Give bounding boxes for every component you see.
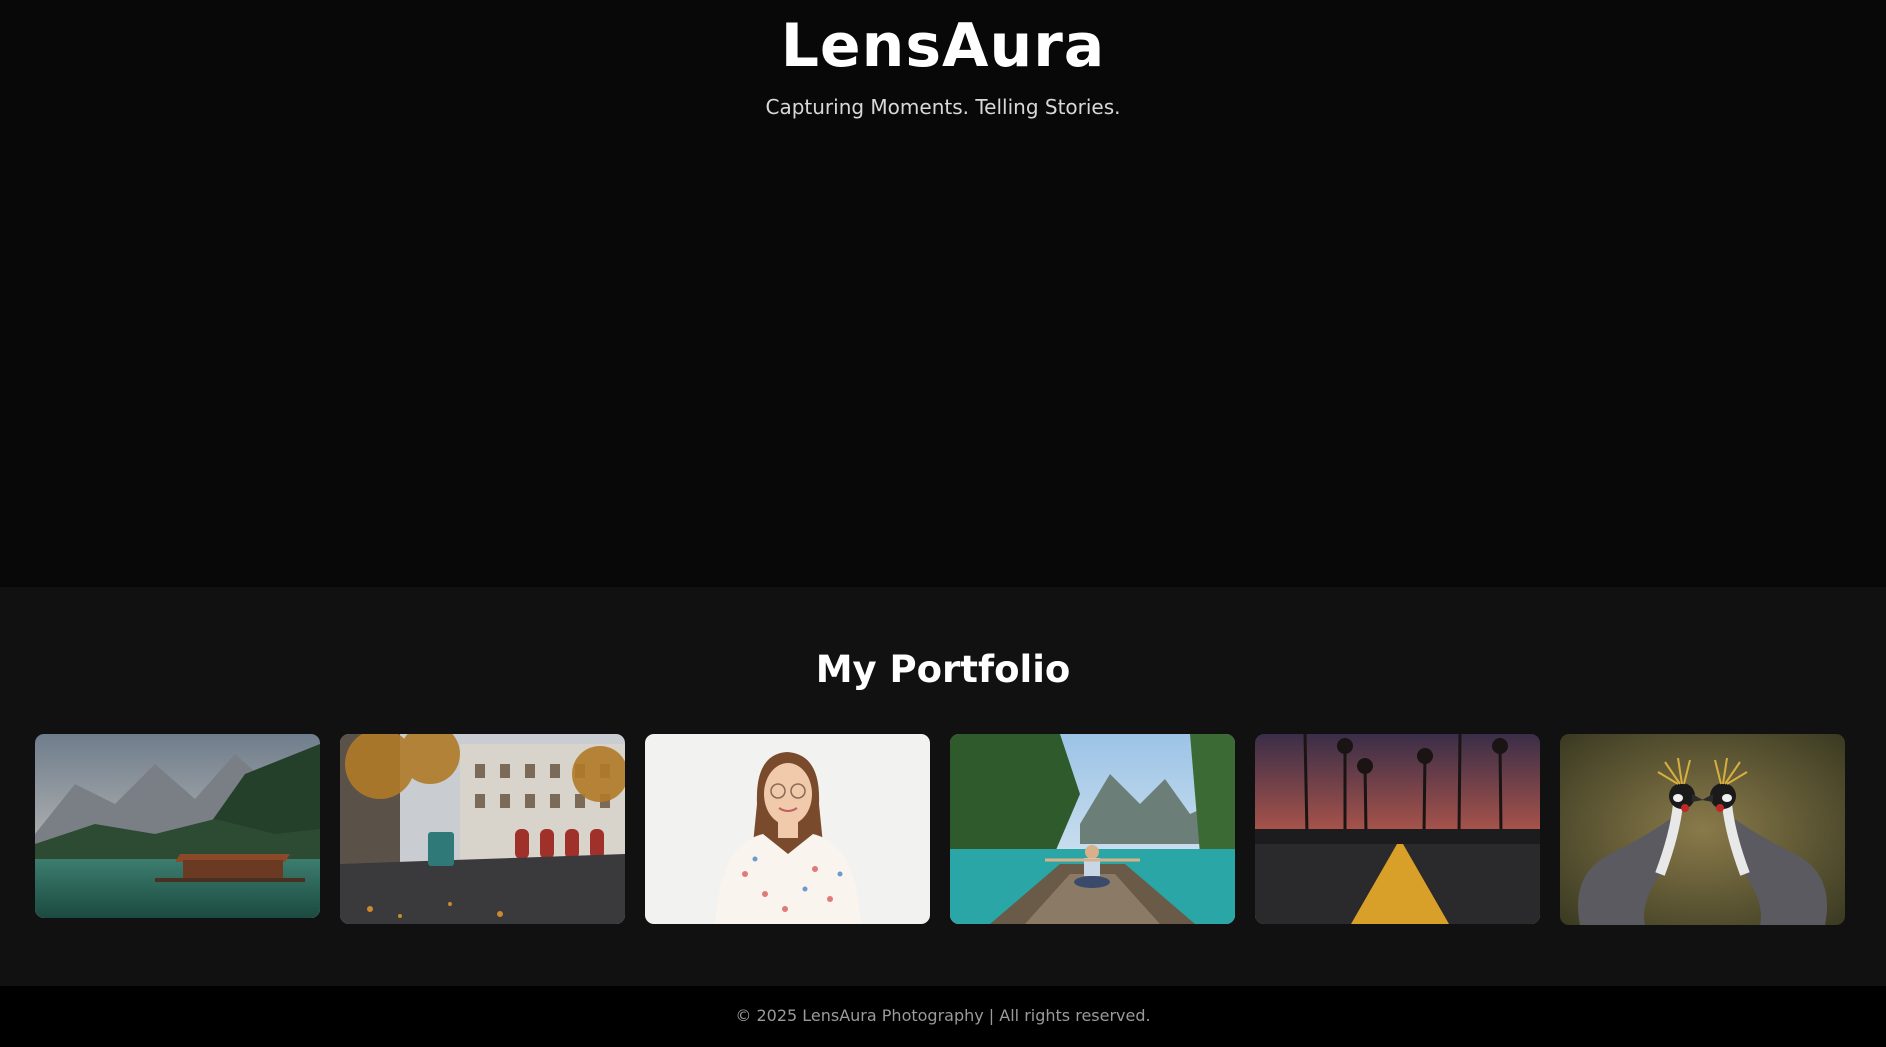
copyright-text: © 2025 LensAura Photography | All rights… bbox=[735, 1006, 1151, 1025]
city-street-image bbox=[340, 734, 625, 924]
portfolio-section: My Portfolio bbox=[0, 587, 1886, 986]
gallery-photo-city-street[interactable] bbox=[340, 734, 625, 924]
tagline: Capturing Moments. Telling Stories. bbox=[765, 95, 1121, 119]
gallery-photo-cranes[interactable] bbox=[1560, 734, 1845, 925]
gallery-photo-mountain-lake[interactable] bbox=[35, 734, 320, 918]
gallery-photo-sunset-road[interactable] bbox=[1255, 734, 1540, 924]
photo-gallery bbox=[35, 734, 1847, 925]
portfolio-heading: My Portfolio bbox=[815, 648, 1071, 691]
lagoon-boat-image bbox=[950, 734, 1235, 924]
site-title: LensAura bbox=[780, 11, 1106, 81]
portrait-image bbox=[645, 734, 930, 924]
sunset-road-image bbox=[1255, 734, 1540, 924]
gallery-photo-portrait[interactable] bbox=[645, 734, 930, 924]
gallery-photo-lagoon-boat[interactable] bbox=[950, 734, 1235, 924]
cranes-image bbox=[1560, 734, 1845, 925]
mountain-lake-image bbox=[35, 734, 320, 918]
hero-section: LensAura Capturing Moments. Telling Stor… bbox=[0, 0, 1886, 587]
site-footer: © 2025 LensAura Photography | All rights… bbox=[0, 986, 1886, 1047]
